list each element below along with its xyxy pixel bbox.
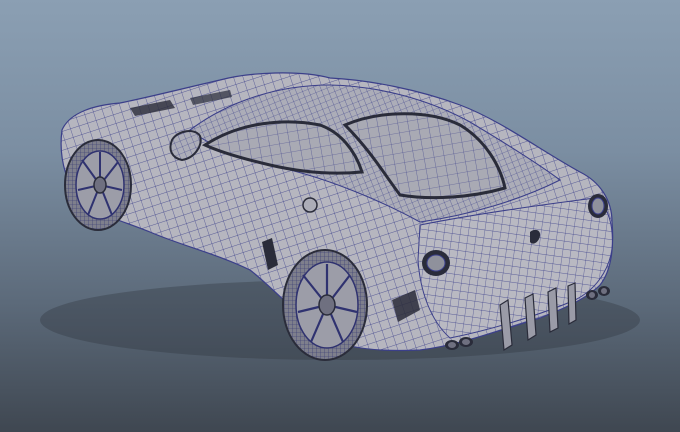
tail-light-left bbox=[422, 250, 450, 276]
rear-wheel bbox=[282, 249, 368, 361]
car-wireframe-scene bbox=[40, 72, 640, 361]
tail-light-right bbox=[588, 194, 608, 218]
3d-viewport[interactable] bbox=[0, 0, 680, 432]
front-wheel bbox=[64, 139, 132, 231]
fuel-cap bbox=[302, 197, 318, 213]
